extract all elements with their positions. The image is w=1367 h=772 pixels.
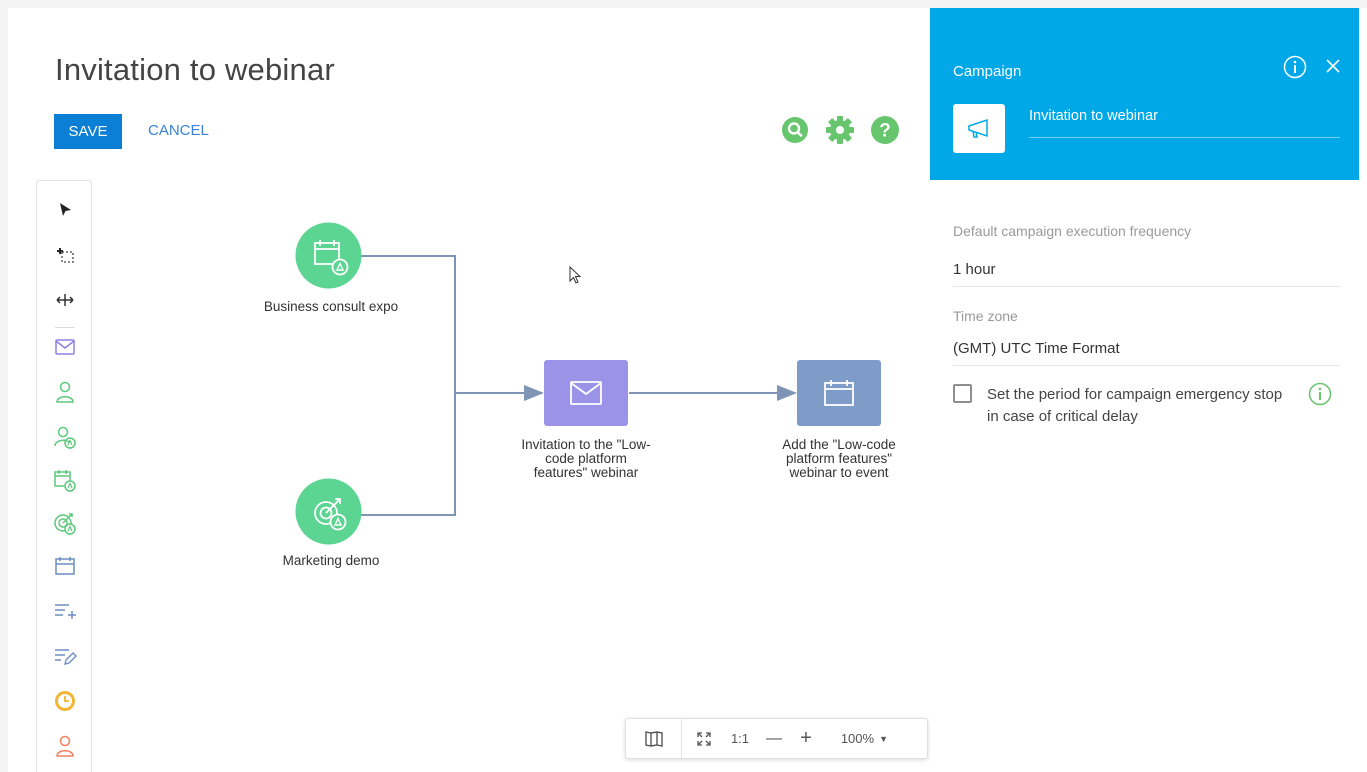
- fit-screen-icon[interactable]: [682, 719, 726, 758]
- zoom-out-button[interactable]: —: [754, 730, 794, 748]
- campaign-name-field[interactable]: Invitation to webinar: [1029, 108, 1340, 138]
- node-label: Marketing demo: [282, 553, 380, 568]
- node-invitation-email[interactable]: [544, 360, 628, 426]
- campaign-designer: Invitation to webinar SAVE CANCEL ? Busi…: [8, 8, 937, 772]
- node-marketing-demo[interactable]: [295, 478, 362, 545]
- emergency-stop-label: Set the period for campaign emergency st…: [987, 386, 1283, 425]
- panel-caption: Campaign: [953, 63, 1022, 80]
- node-label: Business consult expo: [263, 299, 399, 314]
- event-audience-icon: [295, 222, 362, 289]
- mouse-cursor-icon: [569, 266, 582, 284]
- node-add-to-event[interactable]: [797, 360, 881, 426]
- info-icon[interactable]: [1308, 382, 1332, 411]
- add-event-icon: [824, 380, 854, 406]
- close-icon[interactable]: [1322, 55, 1344, 82]
- frequency-label: Default campaign execution frequency: [953, 223, 1192, 239]
- zoom-toolbar: 1:1 — + 100% ▼: [625, 718, 928, 759]
- chevron-down-icon: ▼: [879, 733, 888, 744]
- emergency-stop-checkbox[interactable]: [953, 384, 972, 403]
- zoom-level-value: 100%: [840, 731, 875, 746]
- megaphone-icon: [968, 118, 988, 138]
- node-label: Add the "Low-code platform features" web…: [782, 437, 896, 480]
- timezone-field[interactable]: (GMT) UTC Time Format: [953, 340, 1340, 366]
- node-business-consult-expo[interactable]: [295, 222, 362, 289]
- flow-line: [361, 255, 456, 393]
- campaign-icon-box: [953, 104, 1005, 153]
- zoom-in-button[interactable]: +: [794, 727, 818, 750]
- actual-size-button[interactable]: 1:1: [726, 731, 754, 746]
- zoom-level-select[interactable]: 100% ▼: [818, 731, 898, 746]
- landing-audience-icon: [295, 478, 362, 545]
- campaign-settings-panel: Campaign Invitation to webinar Default c…: [930, 8, 1359, 772]
- panel-header: Campaign Invitation to webinar: [930, 8, 1359, 180]
- timezone-label: Time zone: [953, 308, 1018, 324]
- email-icon: [570, 381, 602, 405]
- frequency-field[interactable]: 1 hour: [953, 261, 1340, 287]
- node-label: Invitation to the "Low- code platform fe…: [521, 437, 651, 480]
- info-icon[interactable]: [1283, 55, 1307, 84]
- map-icon[interactable]: [626, 719, 682, 758]
- flow-line: [361, 393, 456, 516]
